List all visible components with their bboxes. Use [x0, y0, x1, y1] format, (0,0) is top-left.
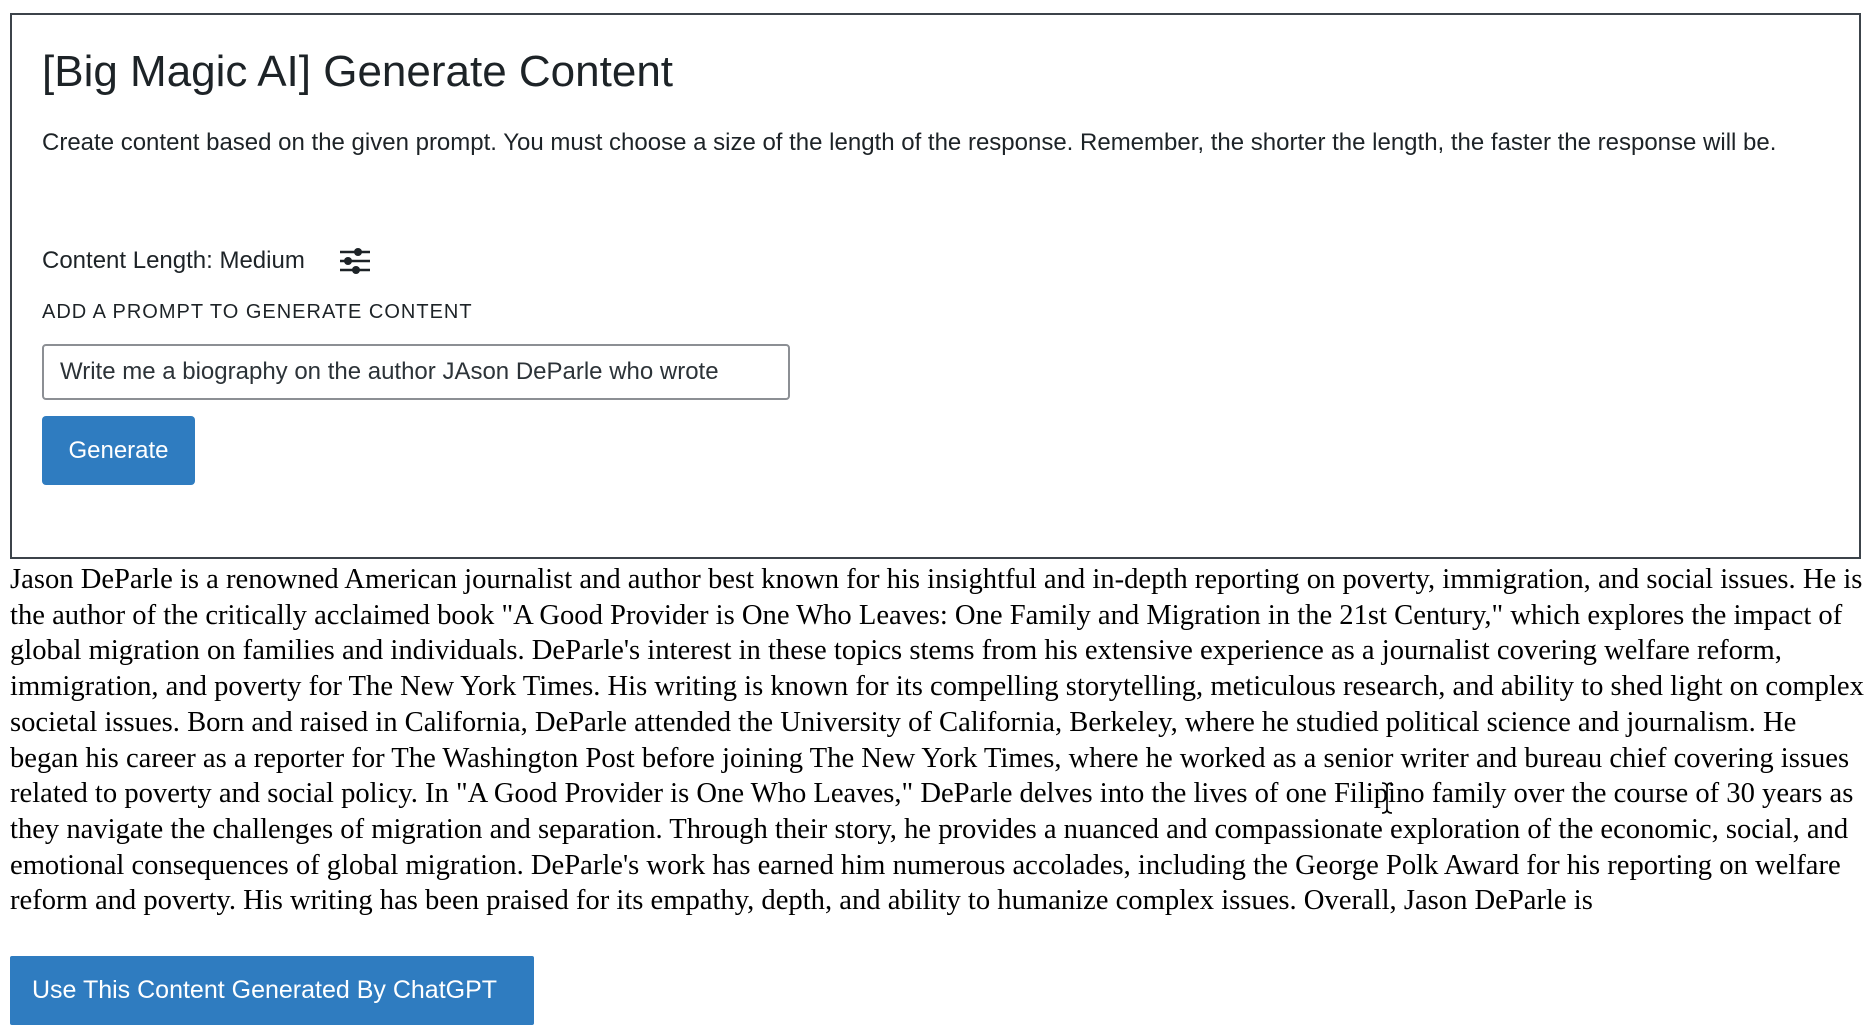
text-cursor-icon [1381, 782, 1393, 814]
sliders-icon [339, 248, 370, 274]
generate-content-panel: [Big Magic AI] Generate Content Create c… [10, 13, 1861, 559]
content-length-row: Content Length: Medium [42, 241, 375, 281]
content-length-settings-button[interactable] [335, 241, 375, 281]
prompt-input[interactable] [42, 344, 790, 400]
page-title: [Big Magic AI] Generate Content [42, 47, 674, 96]
use-generated-content-button[interactable]: Use This Content Generated By ChatGPT [10, 956, 534, 1025]
page-description: Create content based on the given prompt… [42, 129, 1777, 156]
content-length-label: Content Length: Medium [42, 247, 305, 274]
generated-content-text: Jason DeParle is a renowned American jou… [10, 564, 1864, 917]
generate-button[interactable]: Generate [42, 416, 195, 485]
prompt-label: ADD A PROMPT TO GENERATE CONTENT [42, 301, 473, 323]
